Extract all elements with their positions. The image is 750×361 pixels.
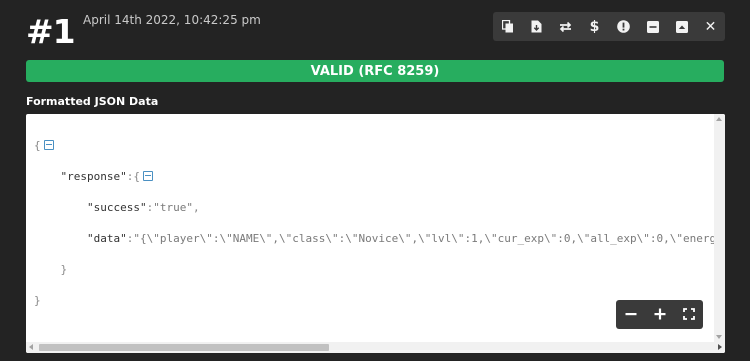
scroll-down-arrow-icon[interactable] — [716, 335, 722, 339]
fullscreen-icon — [682, 305, 695, 324]
json-value: "{\"player\":\"NAME\",\"class\":\"Novice… — [133, 231, 725, 245]
json-key: "response" — [60, 169, 127, 183]
swap-button[interactable] — [551, 12, 580, 41]
json-brace: } — [60, 262, 68, 276]
json-line: { — [34, 138, 725, 154]
dollar-button[interactable]: $ — [580, 12, 609, 41]
fold-toggle-icon[interactable] — [43, 139, 54, 150]
horizontal-scroll-thumb[interactable] — [39, 344, 329, 351]
json-brace: { — [133, 169, 140, 183]
scroll-left-arrow-icon[interactable] — [29, 344, 33, 350]
result-toolbar: $ ✕ — [493, 12, 725, 41]
horizontal-scrollbar[interactable] — [26, 342, 725, 353]
fullscreen-button[interactable] — [674, 300, 703, 329]
zoom-out-button[interactable] — [616, 300, 645, 329]
maximize-button[interactable] — [667, 12, 696, 41]
close-button[interactable]: ✕ — [696, 12, 725, 41]
json-line: "response":{ — [34, 169, 725, 185]
json-key: "success" — [86, 200, 147, 214]
zoom-in-button[interactable] — [645, 300, 674, 329]
json-brace: } — [34, 293, 41, 307]
json-comma: , — [192, 200, 200, 214]
copy-button[interactable] — [493, 12, 522, 41]
copy-icon — [501, 20, 514, 33]
scroll-right-arrow-icon[interactable] — [718, 344, 722, 350]
result-panel: #1 April 14th 2022, 10:42:25 pm $ ✕ VALI… — [0, 0, 750, 361]
alert-button[interactable] — [609, 12, 638, 41]
dollar-icon: $ — [589, 18, 600, 35]
json-line: "success":"true", — [34, 200, 725, 216]
json-line: } — [34, 262, 725, 278]
download-icon — [531, 20, 542, 33]
result-number: #1 — [26, 12, 76, 51]
json-key: "data" — [86, 231, 127, 245]
vertical-scrollbar[interactable] — [714, 114, 725, 342]
timestamp: April 14th 2022, 10:42:25 pm — [83, 13, 261, 27]
collapse-icon — [646, 20, 659, 33]
json-line: "data":"{\"player\":\"NAME\",\"class\":\… — [34, 231, 725, 247]
scroll-up-arrow-icon[interactable] — [716, 117, 722, 121]
close-icon: ✕ — [704, 18, 717, 35]
download-button[interactable] — [522, 12, 551, 41]
alert-icon — [617, 20, 630, 33]
section-title: Formatted JSON Data — [26, 95, 159, 108]
collapse-button[interactable] — [638, 12, 667, 41]
zoom-controls — [616, 300, 703, 329]
fold-toggle-icon[interactable] — [142, 170, 153, 181]
maximize-icon — [675, 20, 688, 33]
json-value: "true" — [153, 200, 193, 214]
json-brace: { — [34, 138, 41, 152]
plus-icon — [654, 305, 666, 324]
minus-icon — [625, 305, 637, 324]
validation-status-banner: VALID (RFC 8259) — [26, 60, 724, 82]
swap-icon — [559, 21, 572, 33]
